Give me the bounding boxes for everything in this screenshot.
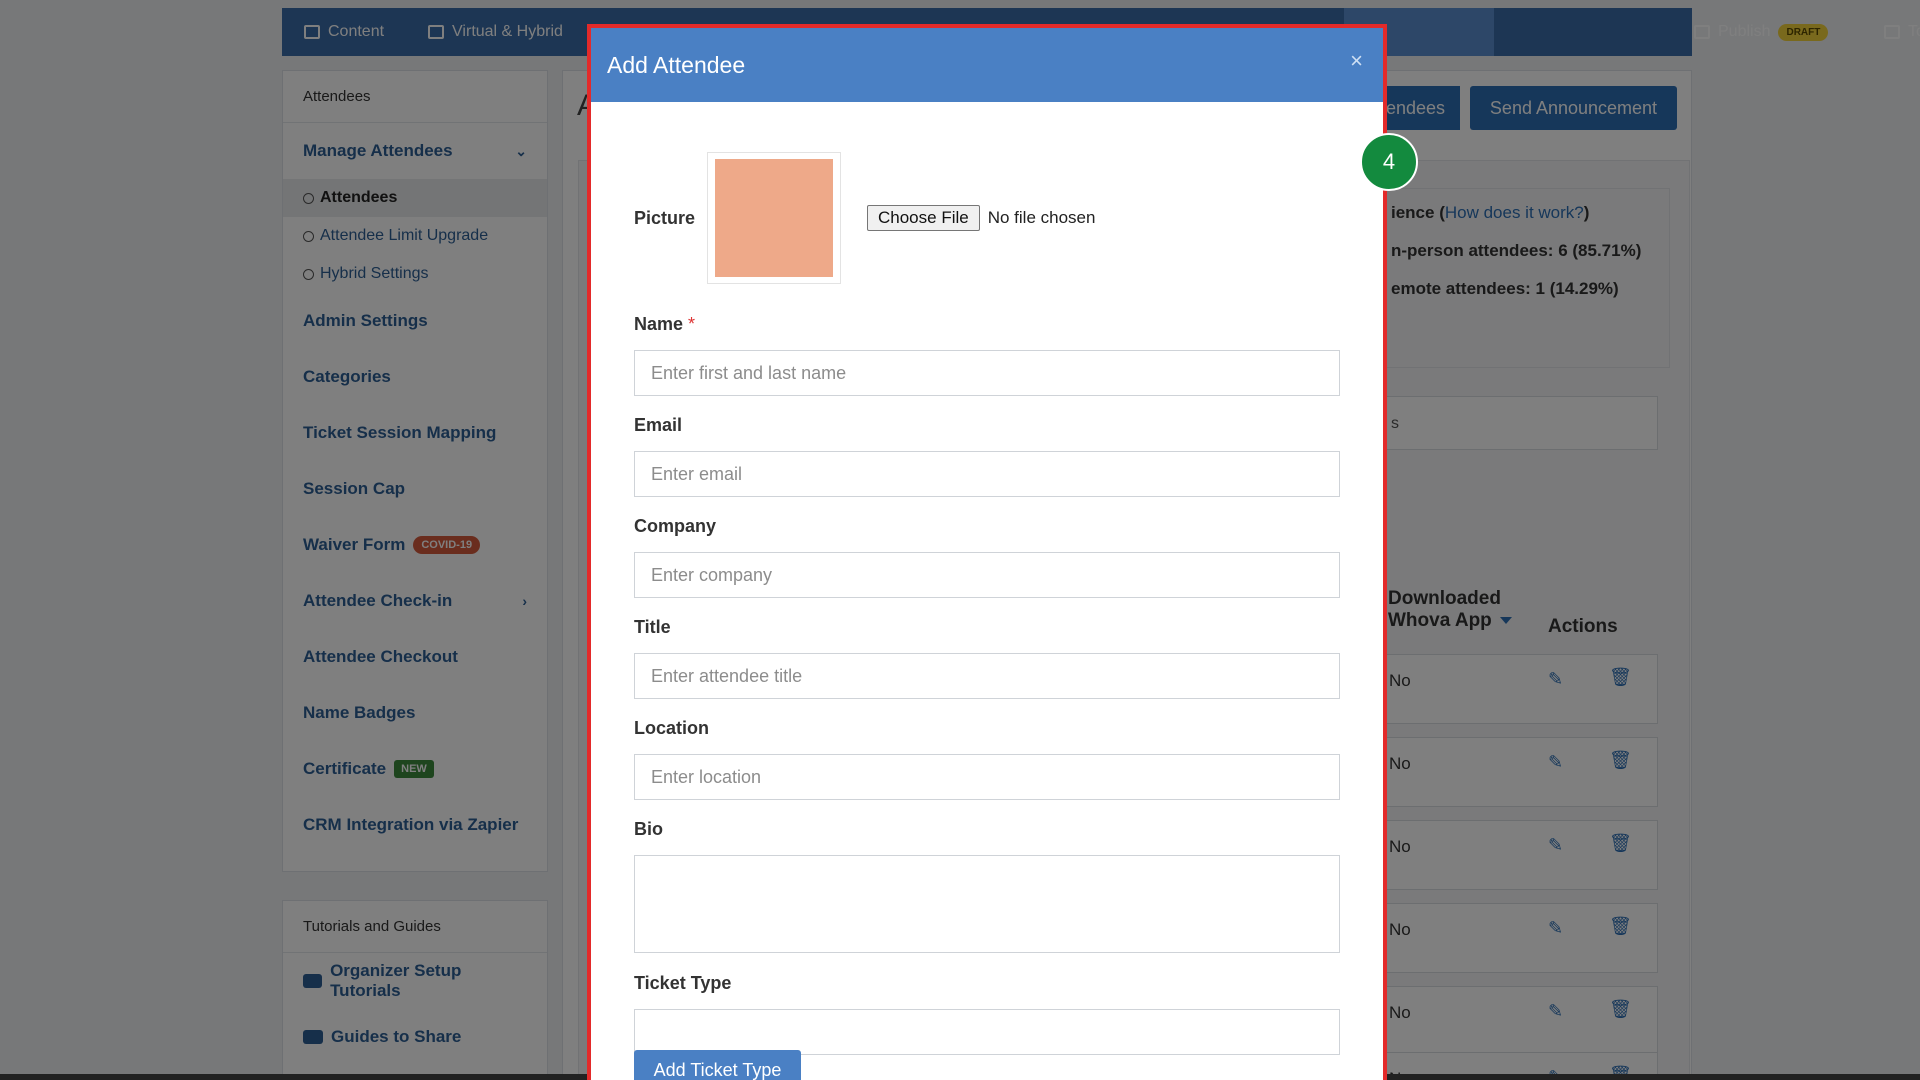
location-input[interactable] [634, 754, 1340, 800]
email-input[interactable] [634, 451, 1340, 497]
location-field-group: Location [634, 718, 1340, 800]
ticket-type-field-group: Ticket Type [634, 973, 1340, 1055]
email-field-group: Email [634, 415, 1340, 497]
add-attendee-modal: Add Attendee × Picture Choose File No fi… [587, 24, 1387, 1080]
bio-label: Bio [634, 819, 663, 839]
file-status: No file chosen [987, 208, 1096, 227]
company-label: Company [634, 516, 717, 536]
title-label: Title [634, 617, 671, 637]
title-field-group: Title [634, 617, 1340, 699]
add-ticket-type-button[interactable]: Add Ticket Type [634, 1050, 801, 1080]
required-marker: * [688, 314, 696, 334]
choose-file-button[interactable]: Choose File [867, 205, 980, 231]
bio-field-group: Bio [634, 819, 1340, 958]
picture-row: Picture Choose File No file chosen [634, 152, 1095, 284]
title-input[interactable] [634, 653, 1340, 699]
picture-label: Picture [634, 207, 696, 228]
close-icon[interactable]: × [1350, 48, 1363, 74]
name-label: Name * [634, 314, 696, 334]
bio-textarea[interactable] [634, 855, 1340, 953]
modal-title: Add Attendee [607, 51, 746, 78]
name-input[interactable] [634, 350, 1340, 396]
company-input[interactable] [634, 552, 1340, 598]
avatar-preview [707, 152, 841, 284]
email-label: Email [634, 415, 683, 435]
modal-header: Add Attendee × [591, 28, 1383, 102]
ticket-type-input[interactable] [634, 1009, 1340, 1055]
avatar-placeholder [715, 159, 833, 277]
name-field-group: Name * [634, 314, 1340, 396]
company-field-group: Company [634, 516, 1340, 598]
ticket-type-label: Ticket Type [634, 973, 732, 993]
location-label: Location [634, 718, 709, 738]
step-number-badge: 4 [1360, 133, 1418, 191]
